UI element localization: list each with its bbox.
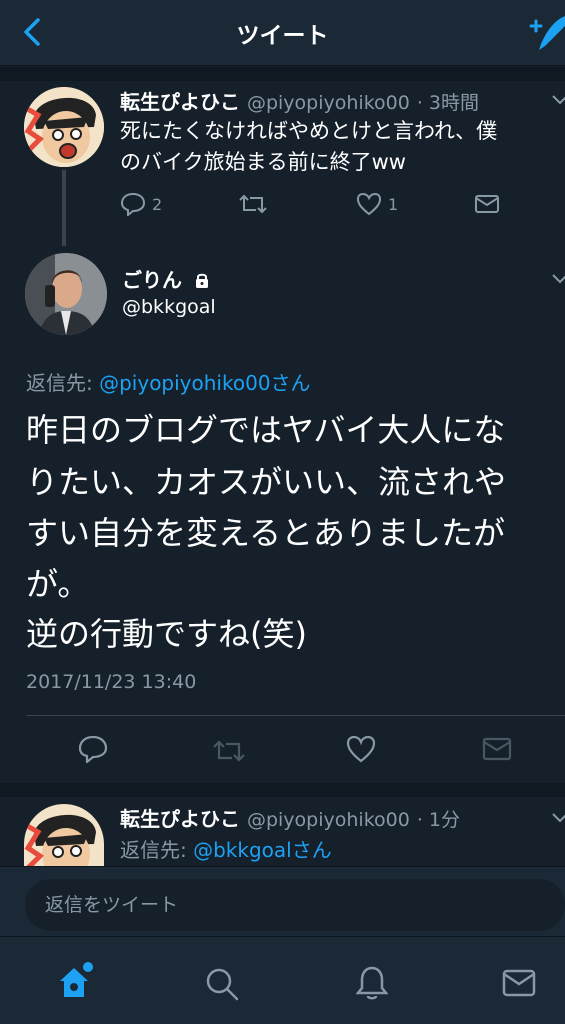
reply-input[interactable] xyxy=(25,879,565,931)
heart-icon[interactable] xyxy=(346,735,376,763)
tweet-body-line: りたい、カオスがいい、流されや xyxy=(26,463,507,501)
reply-to-line: 返信先: @piyopiyohiko00さん xyxy=(26,367,311,396)
compose-tweet-icon[interactable] xyxy=(525,10,565,54)
tab-bar xyxy=(0,936,565,1024)
author-name[interactable]: 転生ぴよひこ @piyopiyohiko00 · 1分 xyxy=(120,803,460,832)
tweet-timestamp: 2017/11/23 13:40 xyxy=(26,671,197,693)
reply-button[interactable]: 2 xyxy=(120,192,162,216)
like-button[interactable]: 1 xyxy=(356,192,398,216)
tweet-time: · 3時間 xyxy=(416,92,479,114)
chevron-down-icon[interactable] xyxy=(551,812,565,824)
section-separator xyxy=(0,783,565,797)
direct-message-icon xyxy=(482,737,512,761)
reply-to-line: 返信先: @bkkgoalさん xyxy=(120,834,332,863)
tweet-body-line: 昨日のブログではヤバイ大人にな xyxy=(26,411,506,449)
divider xyxy=(26,715,565,716)
display-name: ごりん xyxy=(122,268,182,292)
tweet-text-line: のバイク旅始まる前に終了ww xyxy=(120,150,406,174)
avatar[interactable] xyxy=(24,87,104,167)
reply-to-link[interactable]: @piyopiyohiko00さん xyxy=(99,371,310,395)
display-name: 転生ぴよひこ xyxy=(120,90,240,114)
chevron-down-icon[interactable] xyxy=(551,94,565,106)
messages-envelope-icon[interactable] xyxy=(502,969,536,997)
reply-count: 2 xyxy=(152,194,163,214)
author-handle: @piyopiyohiko00 xyxy=(246,809,410,831)
tweet-time: · 1分 xyxy=(416,809,460,831)
lock-icon xyxy=(195,273,208,288)
thread-line xyxy=(62,170,66,246)
tweet-body-line: 逆の行動ですね(笑) xyxy=(26,615,307,653)
home-icon[interactable] xyxy=(56,961,96,1001)
like-count: 1 xyxy=(388,194,399,214)
reply-to-label: 返信先: xyxy=(26,371,100,395)
navigation-bar: ツイート xyxy=(0,0,565,66)
reply-to-label: 返信先: xyxy=(120,838,194,862)
retweet-icon xyxy=(213,740,245,762)
author-name[interactable]: ごりん xyxy=(122,264,211,293)
tweet-body-line: すい自分を変えるとありましたが xyxy=(26,514,506,552)
chevron-down-icon[interactable] xyxy=(551,273,565,285)
manga-avatar-illustration xyxy=(24,804,104,866)
retweet-icon[interactable] xyxy=(238,192,268,216)
photo-avatar xyxy=(25,253,107,335)
avatar[interactable] xyxy=(24,804,104,866)
notifications-bell-icon[interactable] xyxy=(356,965,388,1001)
reply-to-link[interactable]: @bkkgoalさん xyxy=(193,838,332,862)
tweet-actions: 2 1 xyxy=(0,190,565,220)
main-tweet-actions xyxy=(0,733,565,769)
search-icon[interactable] xyxy=(205,967,239,1001)
avatar[interactable] xyxy=(25,253,107,335)
display-name: 転生ぴよひこ xyxy=(120,807,240,831)
section-separator xyxy=(0,67,565,81)
manga-avatar-illustration xyxy=(24,87,104,167)
author-handle[interactable]: @bkkgoal xyxy=(122,296,216,318)
tweet-body-line: が。 xyxy=(26,565,90,603)
author-handle: @piyopiyohiko00 xyxy=(246,92,410,114)
heart-icon xyxy=(356,192,382,216)
reply-icon xyxy=(120,192,146,216)
tweet-text-line: 死にたくなければやめとけと言われ、僕 xyxy=(120,119,498,143)
author-name[interactable]: 転生ぴよひこ @piyopiyohiko00 · 3時間 xyxy=(120,86,479,115)
page-title: ツイート xyxy=(236,23,329,49)
direct-message-icon[interactable] xyxy=(474,194,500,214)
reply-icon[interactable] xyxy=(78,735,108,763)
reply-bar xyxy=(0,866,565,936)
